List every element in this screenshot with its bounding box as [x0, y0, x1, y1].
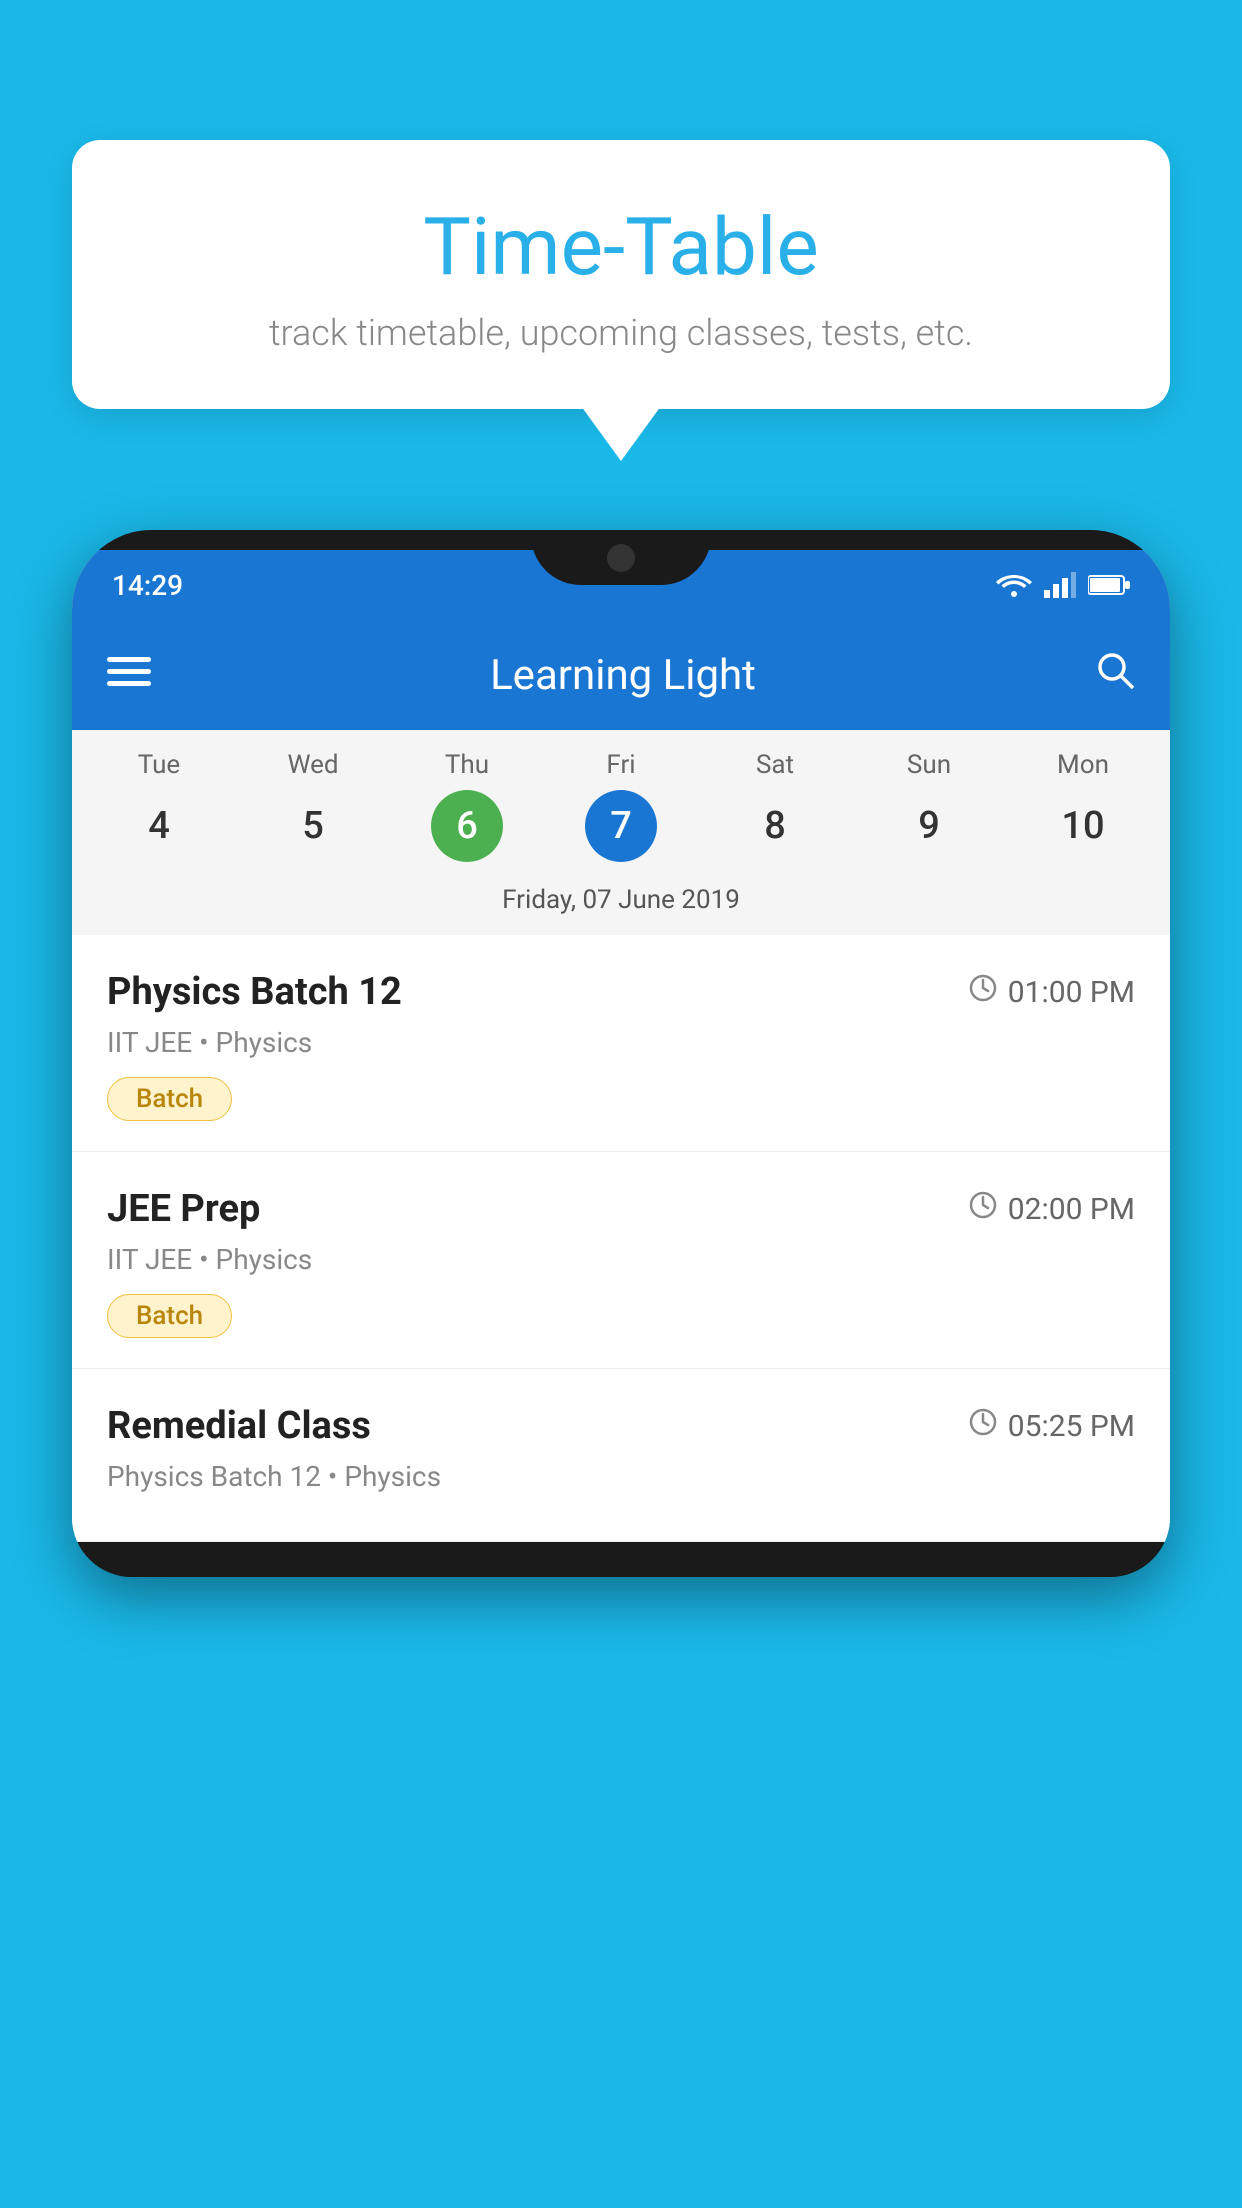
date-5[interactable]: 5	[236, 790, 390, 862]
schedule-item-1-subtitle: IIT JEE • Physics	[107, 1026, 1135, 1059]
schedule-item-1-tag: Batch	[107, 1077, 232, 1121]
schedule-item-1[interactable]: Physics Batch 12 01:00 PM IIT JEE • P	[72, 935, 1170, 1152]
day-numbers: 4 5 6 7 8 9 10	[72, 785, 1170, 877]
app-bar-title: Learning Light	[181, 651, 1065, 700]
schedule-list: Physics Batch 12 01:00 PM IIT JEE • P	[72, 935, 1170, 1542]
schedule-item-2[interactable]: JEE Prep 02:00 PM IIT JEE • Physics	[72, 1152, 1170, 1369]
menu-icon[interactable]	[107, 656, 151, 694]
schedule-item-3[interactable]: Remedial Class 05:25 PM Physics Batch	[72, 1369, 1170, 1542]
date-8[interactable]: 8	[698, 790, 852, 862]
clock-icon-1	[968, 973, 998, 1011]
date-9[interactable]: 9	[852, 790, 1006, 862]
schedule-item-1-time: 01:00 PM	[968, 973, 1135, 1011]
search-icon[interactable]	[1095, 650, 1135, 700]
schedule-item-3-time: 05:25 PM	[968, 1407, 1135, 1445]
status-time: 14:29	[112, 569, 183, 602]
schedule-item-2-time: 02:00 PM	[968, 1190, 1135, 1228]
app-bar: Learning Light	[72, 620, 1170, 730]
date-10[interactable]: 10	[1006, 790, 1160, 862]
calendar-strip: Tue Wed Thu Fri Sat Sun Mon 4 5 6 7 8 9 …	[72, 730, 1170, 935]
date-4[interactable]: 4	[82, 790, 236, 862]
schedule-item-2-subtitle: IIT JEE • Physics	[107, 1243, 1135, 1276]
schedule-item-1-time-text: 01:00 PM	[1008, 975, 1135, 1010]
schedule-item-3-time-text: 05:25 PM	[1008, 1409, 1135, 1444]
day-header-sat: Sat	[698, 750, 852, 780]
schedule-item-3-title: Remedial Class	[107, 1404, 371, 1448]
schedule-item-2-tag: Batch	[107, 1294, 232, 1338]
signal-icon	[1044, 572, 1076, 598]
date-7-selected[interactable]: 7	[585, 790, 657, 862]
schedule-item-2-time-text: 02:00 PM	[1008, 1192, 1135, 1227]
phone-mockup: 14:29	[72, 530, 1170, 2208]
phone-frame: 14:29	[72, 530, 1170, 1577]
phone-screen: 14:29	[72, 550, 1170, 1542]
day-header-sun: Sun	[852, 750, 1006, 780]
date-6-today[interactable]: 6	[431, 790, 503, 862]
speech-bubble-title: Time-Table	[122, 200, 1120, 294]
schedule-item-3-header: Remedial Class 05:25 PM	[107, 1404, 1135, 1448]
wifi-icon	[996, 572, 1032, 598]
day-header-tue: Tue	[82, 750, 236, 780]
schedule-item-1-header: Physics Batch 12 01:00 PM	[107, 970, 1135, 1014]
status-icons	[996, 572, 1130, 598]
schedule-item-1-title: Physics Batch 12	[107, 970, 402, 1014]
notch	[531, 530, 711, 585]
speech-bubble-subtitle: track timetable, upcoming classes, tests…	[122, 312, 1120, 354]
selected-date-label: Friday, 07 June 2019	[72, 877, 1170, 935]
phone-top-edge	[72, 530, 1170, 550]
day-header-thu: Thu	[390, 750, 544, 780]
schedule-item-2-header: JEE Prep 02:00 PM	[107, 1187, 1135, 1231]
day-header-fri: Fri	[544, 750, 698, 780]
day-headers: Tue Wed Thu Fri Sat Sun Mon	[72, 730, 1170, 785]
battery-icon	[1088, 574, 1130, 596]
day-header-mon: Mon	[1006, 750, 1160, 780]
schedule-item-3-subtitle: Physics Batch 12 • Physics	[107, 1460, 1135, 1493]
schedule-item-2-title: JEE Prep	[107, 1187, 260, 1231]
speech-bubble: Time-Table track timetable, upcoming cla…	[72, 140, 1170, 409]
clock-icon-3	[968, 1407, 998, 1445]
phone-bottom-edge	[72, 1542, 1170, 1577]
speech-bubble-container: Time-Table track timetable, upcoming cla…	[72, 140, 1170, 409]
day-header-wed: Wed	[236, 750, 390, 780]
clock-icon-2	[968, 1190, 998, 1228]
front-camera	[607, 544, 635, 572]
